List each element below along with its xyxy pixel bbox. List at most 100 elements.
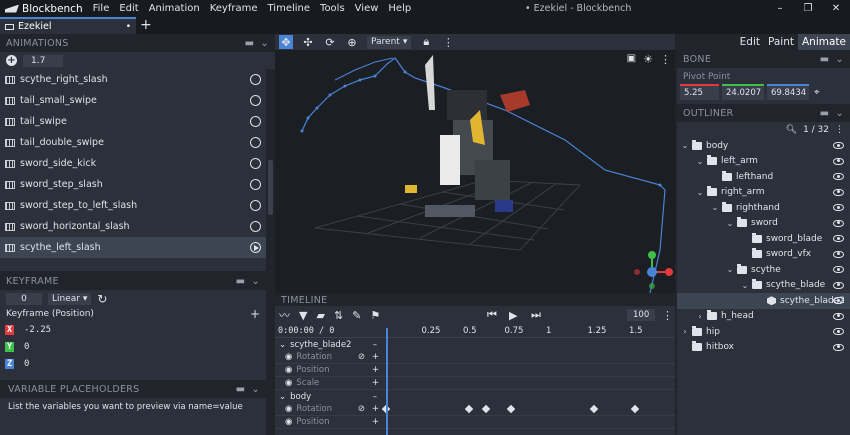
add-keyframe-icon[interactable]: + — [372, 352, 379, 362]
add-animation-icon[interactable]: + — [6, 55, 17, 66]
animation-toggle-icon[interactable] — [250, 179, 261, 190]
keyframe-marker[interactable] — [481, 404, 490, 414]
visibility-eye-icon[interactable] — [833, 328, 844, 336]
center-pivot-icon[interactable]: ⌖ — [814, 87, 820, 98]
animation-list-scrollbar[interactable] — [268, 160, 273, 215]
tab-unsaved-indicator[interactable]: • — [126, 22, 131, 32]
outliner-item[interactable]: sword_vfx — [677, 247, 850, 263]
new-tab-button[interactable]: + — [140, 17, 152, 34]
lighting-icon[interactable]: ☀ — [643, 53, 653, 66]
loop-icon[interactable]: ⊘ — [358, 352, 365, 362]
visibility-eye-icon[interactable] — [833, 157, 844, 165]
fold-chevron-icon[interactable]: ⌄ — [279, 392, 286, 402]
pivot-x-input[interactable]: 5.25 — [680, 84, 719, 100]
panel-menu-icon[interactable]: ▬ — [245, 38, 255, 49]
fold-chevron-icon[interactable]: ⌄ — [681, 141, 689, 150]
animation-toggle-icon[interactable] — [250, 158, 261, 169]
animation-item[interactable]: sword_side_kick — [0, 153, 266, 174]
transform-space-select[interactable]: Parent ▾ — [367, 35, 412, 49]
visibility-eye-icon[interactable] — [833, 188, 844, 196]
timeline-channel[interactable]: ◉ Position + — [275, 416, 675, 429]
move-tool-icon[interactable]: ✥ — [279, 35, 293, 49]
outliner-item[interactable]: ⌄ scythe_blade — [677, 278, 850, 294]
visibility-eye-icon[interactable] — [833, 266, 844, 274]
bake-icon[interactable]: ▰ — [316, 309, 324, 322]
animation-item[interactable]: tail_small_swipe — [0, 90, 266, 111]
panel-menu-icon[interactable]: ▬ — [236, 276, 246, 287]
reset-keyframe-icon[interactable]: ↻ — [97, 292, 107, 306]
outliner-menu-icon[interactable]: ⋮ — [835, 125, 844, 135]
lock-icon[interactable]: 🔒︎ — [419, 35, 433, 49]
app-logo[interactable]: Blockbench — [0, 0, 88, 17]
fold-chevron-icon[interactable]: ⌄ — [696, 188, 704, 197]
menu-item-animation[interactable]: Animation — [144, 0, 205, 17]
add-keyframe-icon[interactable]: + — [372, 417, 379, 427]
keyframe-marker[interactable] — [630, 404, 640, 414]
mode-paint[interactable]: Paint — [764, 34, 798, 51]
keyframe-marker[interactable] — [506, 404, 515, 414]
add-keyframe-icon[interactable]: + — [372, 365, 379, 375]
collapse-icon[interactable]: ⌄ — [260, 38, 269, 49]
outliner-item[interactable]: scythe_blade2 — [677, 293, 850, 309]
eye-icon[interactable]: ◉ — [285, 378, 292, 388]
pivot-tool-icon[interactable]: ⊕ — [345, 35, 359, 49]
filter-icon[interactable]: ▼ — [299, 309, 307, 322]
visibility-eye-icon[interactable] — [833, 312, 844, 320]
fold-chevron-icon[interactable]: ⌄ — [279, 340, 286, 350]
keyframe-time-input[interactable]: 0 — [6, 292, 42, 305]
animation-item[interactable]: sword_horizontal_slash — [0, 216, 266, 237]
animation-toggle-icon[interactable] — [250, 200, 261, 211]
animation-toggle-icon[interactable] — [250, 221, 261, 232]
animation-item[interactable]: scythe_right_slash — [0, 69, 266, 90]
outliner-item[interactable]: lefthand — [677, 169, 850, 185]
menu-item-help[interactable]: Help — [383, 0, 416, 17]
collapse-icon[interactable]: ⌄ — [251, 276, 260, 287]
animation-item[interactable]: tail_double_swipe — [0, 132, 266, 153]
add-datapoint-icon[interactable]: + — [250, 307, 260, 321]
panel-menu-icon[interactable]: ▬ — [820, 108, 830, 119]
viewport-menu-icon[interactable]: ⋮ — [660, 53, 671, 66]
visibility-eye-icon[interactable] — [833, 173, 844, 181]
outliner-item[interactable]: ⌄ right_arm — [677, 185, 850, 201]
fold-chevron-icon[interactable]: ⌄ — [726, 265, 734, 274]
outliner-item[interactable]: hitbox — [677, 340, 850, 356]
placeholders-text[interactable]: List the variables you want to preview v… — [0, 398, 266, 435]
timeline-group[interactable]: ⌄ body – — [275, 390, 675, 403]
collapse-icon[interactable]: ⌄ — [251, 384, 260, 395]
skip-forward-icon[interactable]: ⏭ — [531, 308, 541, 322]
animation-toggle-icon[interactable] — [250, 74, 261, 85]
outliner-item[interactable]: ⌄ body — [677, 138, 850, 154]
outliner-item[interactable]: › h_head — [677, 309, 850, 325]
outliner-item[interactable]: sword_blade — [677, 231, 850, 247]
speed-input[interactable]: 1.7 — [23, 54, 63, 67]
visibility-eye-icon[interactable] — [833, 281, 844, 289]
timeline-channel[interactable]: ◉ Rotation ⊘ + — [275, 403, 675, 416]
visibility-eye-icon[interactable] — [833, 219, 844, 227]
keyframe-marker[interactable] — [464, 404, 474, 414]
timeline-group[interactable]: ⌄ scythe_blade2– — [275, 338, 675, 351]
eye-icon[interactable]: ◉ — [285, 417, 292, 427]
visibility-eye-icon[interactable] — [833, 343, 844, 351]
keyframe-y-value[interactable]: 0 — [24, 342, 266, 352]
menu-item-timeline[interactable]: Timeline — [263, 0, 316, 17]
loop-icon[interactable]: ⊘ — [358, 404, 365, 414]
animation-item[interactable]: sword_step_slash — [0, 174, 266, 195]
pivot-z-input[interactable]: 69.8434 — [767, 84, 809, 100]
collapse-icon[interactable]: ⌄ — [835, 108, 844, 119]
pivot-y-input[interactable]: 24.0207 — [722, 84, 764, 100]
interpolation-select[interactable]: Linear ▾ — [48, 292, 92, 305]
timeline-channel[interactable]: ◉ Scale + — [275, 377, 675, 390]
fold-chevron-icon[interactable]: ⌄ — [696, 157, 704, 166]
outliner-item[interactable]: ⌄ left_arm — [677, 154, 850, 170]
menu-item-keyframe[interactable]: Keyframe — [205, 0, 263, 17]
keyframe-z-value[interactable]: 0 — [24, 359, 266, 369]
rotate-tool-icon[interactable]: ⟳ — [323, 35, 337, 49]
timeline-zoom-input[interactable]: 100 — [627, 309, 656, 321]
visibility-eye-icon[interactable] — [833, 204, 844, 212]
pencil-icon[interactable]: ✎ — [352, 309, 361, 322]
minimize-icon[interactable]: – — [766, 0, 794, 17]
fold-chevron-icon[interactable]: › — [681, 327, 689, 336]
play-icon[interactable]: ▶ — [509, 309, 517, 322]
menu-item-file[interactable]: File — [88, 0, 115, 17]
collapse-group-icon[interactable]: – — [373, 392, 377, 402]
